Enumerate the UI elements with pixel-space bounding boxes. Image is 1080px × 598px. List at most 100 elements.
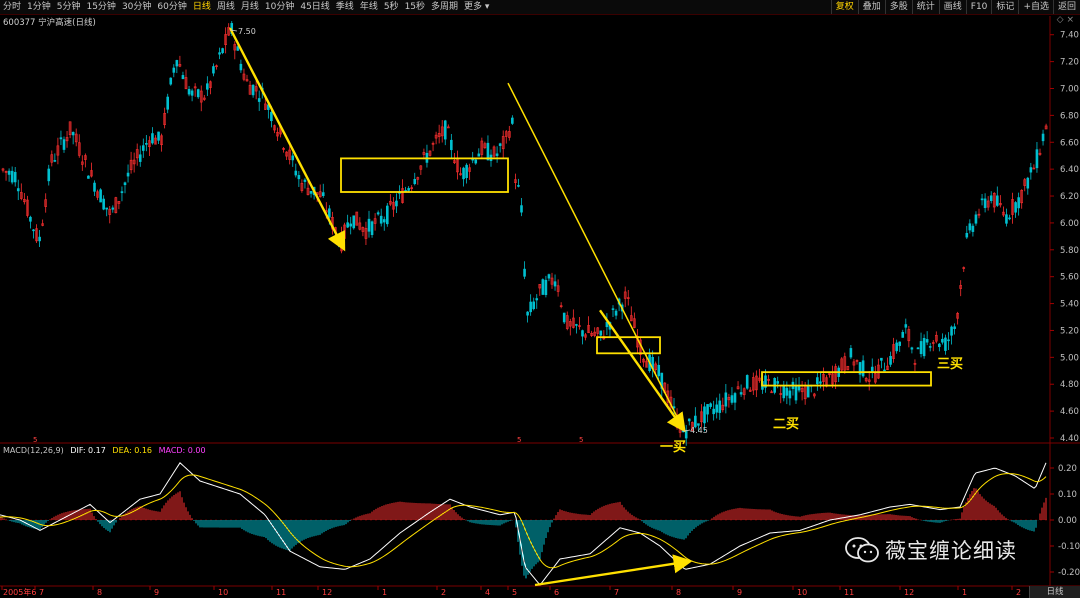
price-tick-label: 5.00: [1060, 353, 1079, 363]
candle-body: [870, 366, 874, 372]
low-price-label: 4.45: [690, 426, 708, 435]
candle-body: [980, 198, 984, 201]
date-tick-label: 11: [844, 588, 854, 597]
candle-body: [511, 117, 514, 124]
downtrend-arrow-1: [228, 27, 346, 252]
candle-body: [709, 403, 712, 407]
macd-tick-label: 0.00: [1058, 516, 1077, 526]
wave-marker: 5: [33, 436, 37, 444]
date-tick-label: 12: [904, 588, 914, 597]
candle-body: [212, 66, 215, 74]
candle-body: [99, 189, 102, 203]
price-tick-label: 7.00: [1060, 84, 1079, 94]
candle-body: [294, 170, 298, 176]
candle-body: [806, 386, 810, 398]
candle-body: [10, 170, 14, 183]
candle-body: [328, 208, 331, 218]
candle-body: [520, 205, 523, 213]
candle-body: [547, 274, 551, 279]
date-tick-label: 7: [614, 588, 619, 597]
candle-body: [367, 218, 371, 232]
candle-body: [257, 98, 261, 102]
candle-body: [1005, 214, 1008, 224]
candle-body: [968, 223, 972, 231]
date-tick-label: 2005年6: [3, 587, 36, 597]
candle-body: [941, 338, 944, 343]
candle-body: [910, 347, 914, 350]
date-tick-label: 9: [737, 588, 742, 597]
period-badge[interactable]: 日线: [1029, 586, 1080, 598]
candle-body: [526, 311, 529, 316]
candle-body: [138, 154, 142, 162]
candle-body: [309, 190, 313, 194]
candle-body: [93, 182, 96, 192]
kline-chart[interactable]: 7.40 7.20 7.00 6.80 6.60 6.40 6.20 6.00 5.80 5.60…: [0, 0, 1080, 598]
price-tick-label: 4.80: [1060, 380, 1079, 390]
candle-body: [145, 143, 148, 145]
candle-body: [535, 298, 539, 301]
candle-body: [382, 219, 386, 223]
candle-body: [346, 222, 349, 228]
candle-body: [71, 131, 75, 136]
candle-body: [291, 155, 295, 161]
candle-body: [733, 393, 737, 403]
candle-body: [706, 404, 709, 415]
candle-body: [142, 145, 145, 151]
buy-point-1-label: 一买: [660, 440, 686, 455]
candle-body: [794, 385, 798, 401]
candle-body: [172, 67, 176, 73]
date-tick-label: 2: [441, 588, 446, 597]
candle-body: [1041, 133, 1045, 142]
candle-body: [889, 355, 892, 365]
candle-body: [376, 212, 380, 215]
candle-body: [53, 160, 57, 162]
candle-body: [190, 90, 194, 96]
candle-body: [32, 229, 35, 232]
candle-body: [407, 188, 410, 191]
candle-body: [788, 390, 792, 399]
date-tick-label: 4: [485, 588, 490, 597]
date-tick-label: 10: [218, 588, 228, 597]
candle-body: [270, 111, 273, 122]
candle-body: [196, 89, 200, 98]
candle-body: [523, 268, 526, 277]
candle-body: [745, 375, 749, 389]
candle-body: [895, 342, 898, 352]
buy-point-2-label: 二买: [773, 417, 799, 432]
price-tick-label: 6.00: [1060, 219, 1079, 229]
macd-tick-label: 0.10: [1058, 490, 1077, 500]
price-tick-label: 5.40: [1060, 300, 1079, 310]
candle-body: [1014, 202, 1017, 213]
price-tick-label: 6.20: [1060, 192, 1079, 202]
candle-body: [944, 337, 947, 351]
candle-body: [1029, 167, 1033, 173]
candle-body: [465, 164, 468, 178]
candle-body: [684, 430, 688, 439]
candle-body: [413, 179, 417, 185]
candle-body: [29, 216, 32, 222]
candle-body: [819, 381, 822, 384]
candle-body: [123, 182, 127, 186]
candle-body: [181, 75, 185, 80]
price-tick-label: 5.60: [1060, 273, 1079, 283]
candle-body: [297, 175, 301, 180]
candle-body: [657, 364, 661, 377]
candle-body: [541, 279, 545, 295]
candle-body: [38, 236, 41, 242]
date-tick-label: 12: [322, 588, 332, 597]
date-tick-label: 7: [39, 588, 44, 597]
candle-body: [971, 225, 975, 232]
date-tick-label: 6: [554, 588, 559, 597]
price-tick-label: 4.60: [1060, 407, 1079, 417]
consolidation-box-1: [340, 157, 509, 193]
candle-body: [303, 179, 307, 182]
date-tick-label: 1: [962, 588, 967, 597]
wave-marker: 5: [579, 436, 583, 444]
candle-body: [922, 337, 926, 357]
candle-body: [703, 406, 706, 424]
candle-body: [16, 188, 20, 192]
candle-body: [730, 395, 734, 403]
candle-body: [715, 404, 719, 413]
date-tick-label: 8: [676, 588, 681, 597]
candle-body: [611, 308, 615, 310]
